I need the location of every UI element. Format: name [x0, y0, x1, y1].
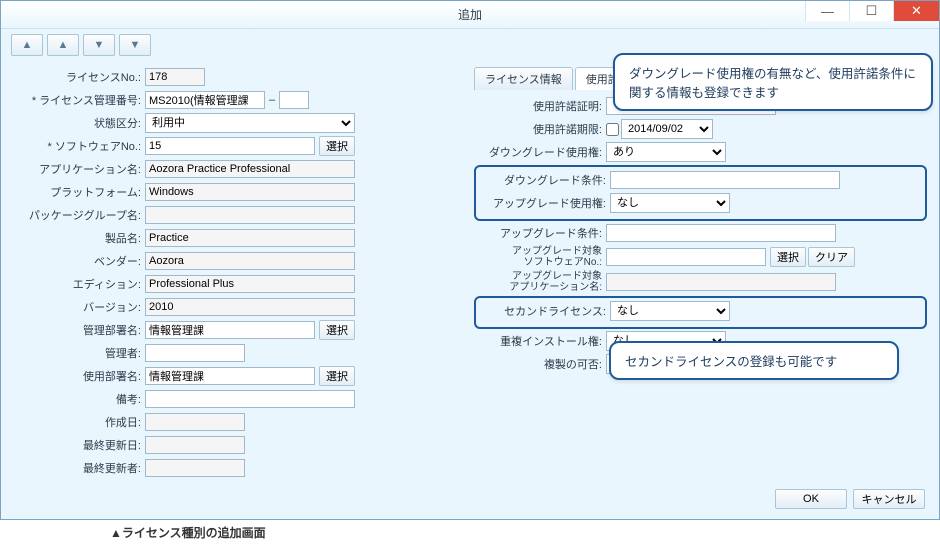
manager-field[interactable]: [145, 344, 245, 362]
edition-label: エディション:: [13, 276, 145, 292]
second-label: セカンドライセンス:: [478, 303, 610, 319]
mgmt-no-label: * ライセンス管理番号:: [13, 92, 145, 108]
dg-cond-field[interactable]: [610, 171, 840, 189]
product-label: 製品名:: [13, 230, 145, 246]
downgrade-select[interactable]: あり: [606, 142, 726, 162]
right-column: ライセンス情報 使用許諾 使用許諾証明: 使用許諾期限:2014/09/02 ダ…: [474, 67, 927, 481]
mgmt-dept-field[interactable]: [145, 321, 315, 339]
pkg-group-field: [145, 206, 355, 224]
maximize-button[interactable]: ☐: [849, 1, 893, 21]
up-icon: ▲: [58, 39, 69, 51]
status-label: 状態区分:: [13, 115, 145, 131]
updated-label: 最終更新日:: [13, 437, 145, 453]
window-title: 追加: [458, 6, 482, 23]
ug-sw-clear-button[interactable]: クリア: [808, 247, 855, 267]
double-up-icon: ▲: [22, 39, 33, 51]
remarks-field[interactable]: [145, 390, 355, 408]
dg-cond-label: ダウングレード条件:: [478, 172, 610, 188]
app-name-label: アプリケーション名:: [13, 161, 145, 177]
edition-field: [145, 275, 355, 293]
updater-label: 最終更新者:: [13, 460, 145, 476]
ug-sw-field[interactable]: [606, 248, 766, 266]
downgrade-label: ダウングレード使用権:: [474, 144, 606, 160]
tab-license-info[interactable]: ライセンス情報: [474, 67, 573, 90]
minimize-button[interactable]: —: [805, 1, 849, 21]
ug-sw-select-button[interactable]: 選択: [770, 247, 806, 267]
double-down-icon: ▼: [130, 39, 141, 51]
vendor-field: [145, 252, 355, 270]
status-select[interactable]: 利用中: [145, 113, 355, 133]
second-license-group: セカンドライセンス:なし: [474, 296, 927, 329]
down-icon: ▼: [94, 39, 105, 51]
copy-label: 複製の可否:: [474, 356, 606, 372]
created-label: 作成日:: [13, 414, 145, 430]
close-button[interactable]: ✕: [893, 1, 939, 21]
content-area: ライセンスNo.: * ライセンス管理番号:– 状態区分:利用中 * ソフトウェ…: [1, 61, 939, 521]
ok-button[interactable]: OK: [775, 489, 847, 509]
cert-label: 使用許諾証明:: [474, 98, 606, 114]
ug-cond-label: アップグレード条件:: [474, 225, 606, 241]
last-record-button[interactable]: ▼: [119, 34, 151, 56]
titlebar: 追加 — ☐ ✕: [1, 1, 939, 29]
upgrade-right-label: アップグレード使用権:: [478, 195, 610, 211]
ug-app-label: アップグレード対象アプリケーション名:: [474, 271, 606, 293]
window-buttons: — ☐ ✕: [805, 1, 939, 21]
dialog-footer: OK キャンセル: [775, 489, 925, 509]
version-field: [145, 298, 355, 316]
mgmt-dept-select-button[interactable]: 選択: [319, 320, 355, 340]
downgrade-conditions-group: ダウングレード条件: アップグレード使用権:なし: [474, 165, 927, 221]
ug-app-field: [606, 273, 836, 291]
platform-label: プラットフォーム:: [13, 184, 145, 200]
sw-no-field[interactable]: [145, 137, 315, 155]
upgrade-right-select[interactable]: なし: [610, 193, 730, 213]
first-record-button[interactable]: ▲: [11, 34, 43, 56]
use-dept-field[interactable]: [145, 367, 315, 385]
expiry-checkbox[interactable]: [606, 123, 619, 136]
version-label: バージョン:: [13, 299, 145, 315]
window: 追加 — ☐ ✕ ▲ ▲ ▼ ▼ ライセンスNo.: * ライセンス管理番号:–…: [0, 0, 940, 520]
mgmt-dept-label: 管理部署名:: [13, 322, 145, 338]
prev-record-button[interactable]: ▲: [47, 34, 79, 56]
dup-install-label: 重複インストール権:: [474, 333, 606, 349]
mgmt-no-suffix-field[interactable]: [279, 91, 309, 109]
vendor-label: ベンダー:: [13, 253, 145, 269]
product-field: [145, 229, 355, 247]
app-name-field: [145, 160, 355, 178]
license-no-label: ライセンスNo.:: [13, 69, 145, 85]
platform-field: [145, 183, 355, 201]
second-license-select[interactable]: なし: [610, 301, 730, 321]
callout-bottom: セカンドライセンスの登録も可能です: [609, 341, 899, 380]
mgmt-no-field[interactable]: [145, 91, 265, 109]
cancel-button[interactable]: キャンセル: [853, 489, 925, 509]
pkg-group-label: パッケージグループ名:: [13, 207, 145, 223]
license-no-field: [145, 68, 205, 86]
use-dept-select-button[interactable]: 選択: [319, 366, 355, 386]
next-record-button[interactable]: ▼: [83, 34, 115, 56]
updated-field: [145, 436, 245, 454]
left-column: ライセンスNo.: * ライセンス管理番号:– 状態区分:利用中 * ソフトウェ…: [13, 67, 466, 481]
remarks-label: 備考:: [13, 391, 145, 407]
ug-cond-field[interactable]: [606, 224, 836, 242]
sw-select-button[interactable]: 選択: [319, 136, 355, 156]
updater-field: [145, 459, 245, 477]
manager-label: 管理者:: [13, 345, 145, 361]
expiry-label: 使用許諾期限:: [474, 121, 606, 137]
created-field: [145, 413, 245, 431]
callout-top: ダウングレード使用権の有無など、使用許諾条件に関する情報も登録できます: [613, 53, 933, 111]
use-dept-label: 使用部署名:: [13, 368, 145, 384]
sw-no-label: * ソフトウェアNo.:: [13, 138, 145, 154]
expiry-date-select[interactable]: 2014/09/02: [621, 119, 713, 139]
screenshot-caption: ▲ライセンス種別の追加画面: [110, 524, 940, 541]
ug-sw-label: アップグレード対象ソフトウェアNo.:: [474, 246, 606, 268]
